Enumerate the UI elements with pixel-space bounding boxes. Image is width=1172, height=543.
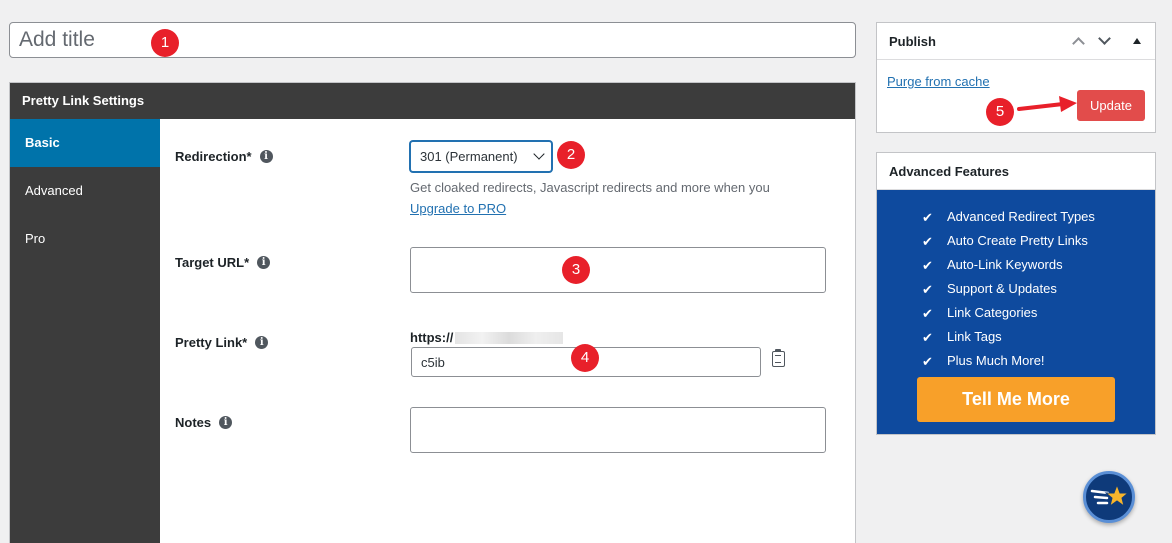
collapse-arrow-icon (1133, 38, 1141, 44)
tab-basic[interactable]: Basic (10, 119, 160, 167)
move-down-button[interactable] (1093, 23, 1117, 60)
feature-label: Plus Much More! (947, 353, 1045, 368)
advanced-features-box: Advanced Features ✔ Advanced Redirect Typ… (876, 152, 1156, 435)
info-icon[interactable]: i (259, 150, 273, 163)
target-url-row-label: Target URL* i (175, 255, 271, 270)
feature-label: Auto-Link Keywords (947, 257, 1063, 272)
pretty-link-settings-panel: Pretty Link Settings Basic Advanced Pro … (9, 82, 856, 543)
feature-label: Support & Updates (947, 281, 1057, 296)
move-up-button[interactable] (1067, 23, 1091, 60)
update-button[interactable]: Update (1077, 90, 1145, 121)
list-item: ✔ Link Tags (922, 325, 1095, 349)
checkmark-icon: ✔ (922, 283, 933, 298)
callout-badge-2: 2 (557, 141, 585, 169)
checkmark-icon: ✔ (922, 307, 933, 322)
panel-heading: Pretty Link Settings (10, 83, 855, 119)
checkmark-icon: ✔ (922, 331, 933, 346)
info-icon[interactable]: i (219, 416, 233, 429)
notes-row-label: Notes i (175, 415, 233, 430)
tab-pro[interactable]: Pro (10, 215, 160, 263)
notes-textarea[interactable] (410, 407, 826, 453)
toggle-panel-button[interactable] (1125, 23, 1149, 60)
settings-tab-nav: Basic Advanced Pro (10, 119, 160, 543)
redirection-label: Redirection* (175, 149, 252, 164)
pretty-link-label: Pretty Link* (175, 335, 248, 350)
redirection-selected-value: 301 (Permanent) (420, 149, 518, 164)
chevron-down-icon (1098, 32, 1111, 45)
redirection-row-label: Redirection* i (175, 149, 273, 164)
callout-badge-3: 3 (562, 256, 590, 284)
redacted-domain (455, 331, 564, 344)
pretty-links-fab[interactable] (1083, 471, 1135, 523)
pretty-link-prefix: https:// (410, 330, 564, 345)
info-icon[interactable]: i (257, 256, 271, 269)
checkmark-icon: ✔ (922, 259, 933, 274)
tell-me-more-button[interactable]: Tell Me More (917, 377, 1115, 422)
clipboard-icon[interactable] (772, 349, 785, 367)
redirection-help-text: Get cloaked redirects, Javascript redire… (410, 180, 770, 195)
feature-label: Link Categories (947, 305, 1038, 320)
pretty-link-prefix-text: https:// (410, 330, 454, 345)
callout-badge-5: 5 (986, 98, 1014, 126)
checkmark-icon: ✔ (922, 355, 933, 370)
feature-label: Link Tags (947, 329, 1002, 344)
target-url-textarea[interactable] (410, 247, 826, 293)
list-item: ✔ Support & Updates (922, 277, 1095, 301)
post-title-input[interactable] (9, 22, 856, 58)
target-url-label: Target URL* (175, 255, 250, 270)
feature-label: Auto Create Pretty Links (947, 233, 1088, 248)
callout-badge-1: 1 (151, 29, 179, 57)
list-item: ✔ Link Categories (922, 301, 1095, 325)
list-item: ✔ Advanced Redirect Types (922, 205, 1095, 229)
arrow-to-update-icon (1017, 96, 1077, 112)
star-logo-icon (1090, 483, 1130, 508)
chevron-down-icon (533, 148, 545, 160)
feature-label: Advanced Redirect Types (947, 209, 1095, 224)
info-icon[interactable]: i (255, 336, 269, 349)
checkmark-icon: ✔ (922, 235, 933, 250)
advanced-features-body: ✔ Advanced Redirect Types ✔ Auto Create Pr… (877, 190, 1155, 434)
redirection-select[interactable]: 301 (Permanent) (410, 141, 552, 172)
pretty-link-row-label: Pretty Link* i (175, 335, 269, 350)
list-item: ✔ Auto Create Pretty Links (922, 229, 1095, 253)
list-item: ✔ Auto-Link Keywords (922, 253, 1095, 277)
tab-advanced[interactable]: Advanced (10, 167, 160, 215)
chevron-up-icon (1072, 37, 1085, 50)
publish-box: Publish Purge from cache 5 Update (876, 22, 1156, 133)
notes-label: Notes (175, 415, 212, 430)
advanced-features-title: Advanced Features (877, 153, 1155, 190)
list-item: ✔ Plus Much More! (922, 349, 1095, 373)
publish-box-header: Publish (877, 23, 1155, 60)
purge-cache-link[interactable]: Purge from cache (887, 74, 990, 89)
checkmark-icon: ✔ (922, 211, 933, 226)
callout-badge-4: 4 (571, 344, 599, 372)
upgrade-to-pro-link[interactable]: Upgrade to PRO (410, 201, 506, 216)
feature-list: ✔ Advanced Redirect Types ✔ Auto Create Pr… (922, 205, 1095, 373)
publish-title: Publish (889, 34, 936, 49)
